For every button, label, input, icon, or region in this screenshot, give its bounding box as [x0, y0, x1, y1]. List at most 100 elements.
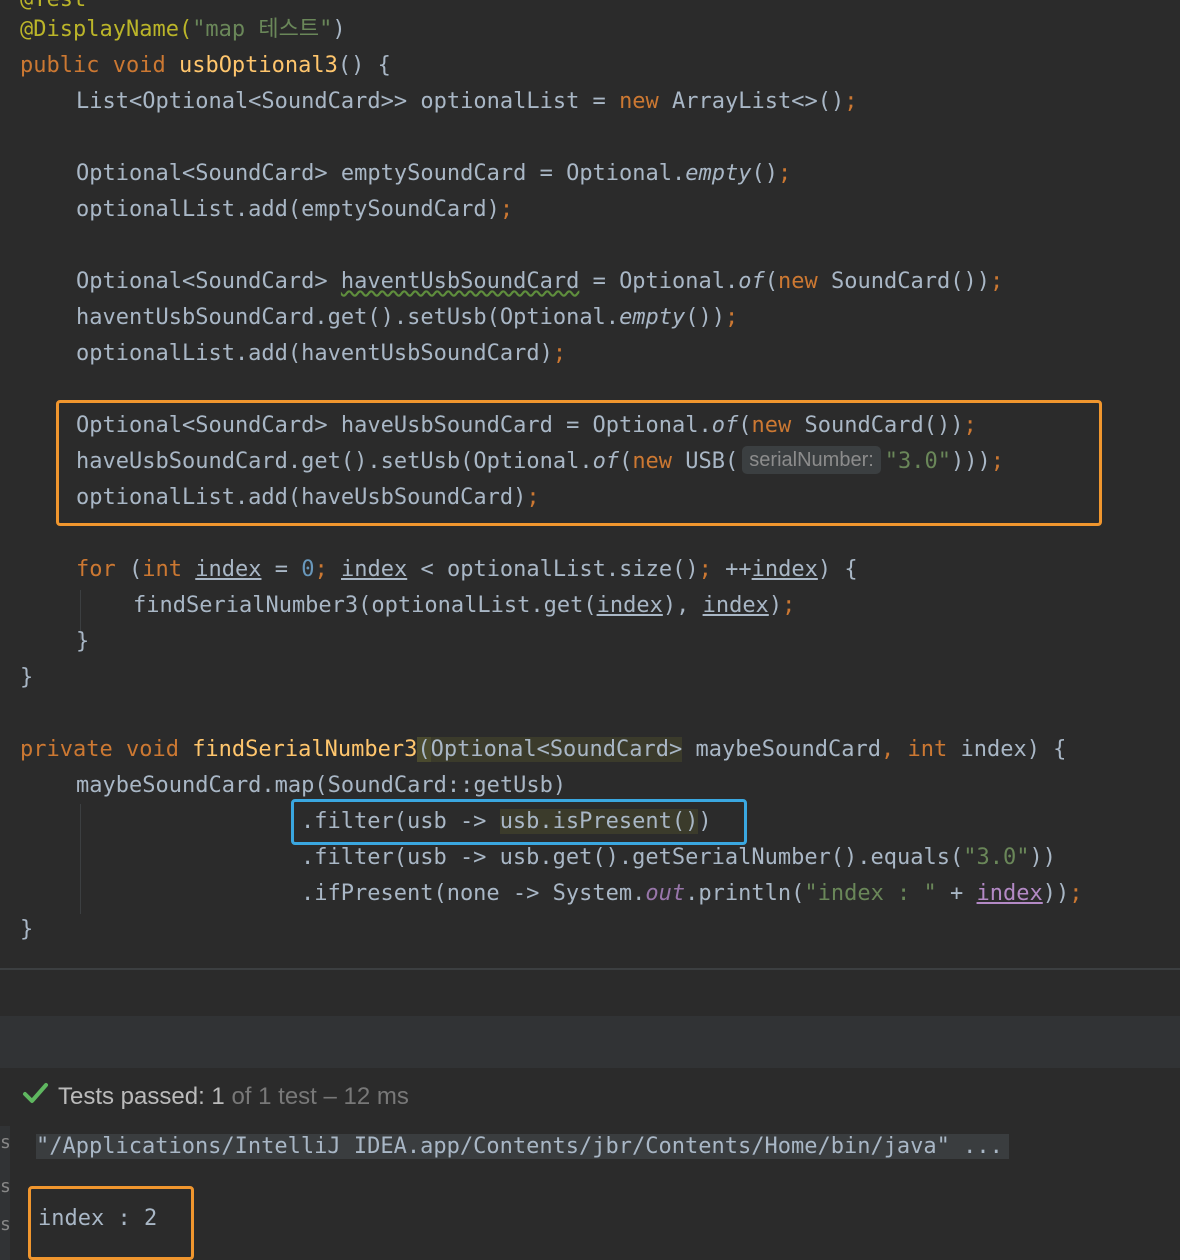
highlight-box-output — [28, 1186, 194, 1260]
code-line-5: Optional<SoundCard> emptySoundCard = Opt… — [76, 156, 791, 192]
code-text: Optional<SoundCard> emptySoundCard = Opt… — [76, 161, 686, 186]
paren: ) — [332, 17, 346, 42]
passed-count: 1 — [211, 1083, 225, 1110]
code-line-26: } — [20, 917, 34, 942]
semicolon: ; — [778, 161, 792, 186]
warning-variable[interactable]: haventUsbSoundCard — [341, 269, 579, 294]
code-line-3: List<Optional<SoundCard>> optionalList =… — [76, 84, 858, 120]
static-method: empty — [685, 161, 752, 186]
console-gutter: sss — [0, 1126, 11, 1260]
loop-variable: index — [702, 593, 769, 618]
code-line-25: .ifPresent(none -> System.out.println("i… — [301, 876, 1083, 912]
code-text: )) — [1042, 881, 1070, 906]
code-text: maybeSoundCard — [682, 737, 881, 762]
code-text: index) { — [947, 737, 1067, 762]
keyword: int — [907, 737, 948, 762]
highlight-box-code — [56, 400, 1102, 526]
code-text: )) — [1029, 845, 1057, 870]
semicolon: ; — [782, 593, 796, 618]
code-line-16: for (int index = 0; index < optionalList… — [76, 552, 858, 588]
code-text: optionalList.add(haventUsbSoundCard) — [76, 341, 553, 366]
code-text: List<Optional<SoundCard>> optionalList = — [76, 89, 620, 114]
code-line-24: .filter(usb -> usb.get().getSerialNumber… — [301, 840, 1056, 876]
string-literal: "3.0" — [963, 845, 1030, 870]
indent-guide — [80, 804, 81, 914]
keyword: new — [778, 269, 818, 294]
code-text: .println( — [685, 881, 805, 906]
static-field: out — [645, 881, 686, 906]
code-line-10: optionalList.add(haventUsbSoundCard); — [76, 336, 566, 372]
code-text: + — [936, 881, 977, 906]
editor-bottom-area — [0, 970, 1180, 1016]
code-line-18: } — [76, 629, 90, 654]
keyword: new — [619, 89, 659, 114]
code-text: optionalList.add(emptySoundCard) — [76, 197, 500, 222]
code-line-2: public void usbOptional3() { — [20, 48, 391, 84]
code-line-21: private void findSerialNumber3(Optional<… — [20, 732, 1066, 768]
focus-box-filter — [291, 799, 747, 845]
total-tests: of 1 test — [224, 1083, 317, 1110]
semicolon: ; — [314, 557, 328, 582]
duration: – 12 ms — [316, 1083, 409, 1110]
param-type: Optional<SoundCard> — [430, 737, 683, 762]
keyword: int — [142, 557, 182, 582]
test-status-bar: Tests passed: 1 of 1 test – 12 ms — [0, 1068, 1180, 1126]
check-icon — [23, 1083, 48, 1103]
code-editor[interactable]: @Test @DisplayName("map 테스트") public voi… — [0, 0, 1180, 968]
string-literal: "map 테스트" — [192, 17, 333, 42]
code-text: ), — [662, 593, 703, 618]
run-toolbar — [0, 1016, 1180, 1068]
test-status-text: Tests passed: 1 of 1 test – 12 ms — [58, 1068, 409, 1126]
loop-variable: index — [195, 557, 262, 582]
code-text: .filter(usb -> usb.get().getSerialNumber… — [301, 845, 964, 870]
code-text: < optionalList.size() — [407, 557, 699, 582]
code-line-1: @DisplayName("map 테스트") — [20, 12, 346, 48]
code-text: ) { — [817, 557, 858, 582]
keyword: public void — [20, 53, 179, 78]
semicolon: ; — [989, 269, 1004, 294]
loop-variable: index — [751, 557, 818, 582]
code-text: ( — [764, 269, 779, 294]
code-text: ArrayList<>() — [658, 89, 845, 114]
captured-variable: index — [976, 881, 1043, 906]
semicolon: ; — [844, 89, 858, 114]
console-command-line: "/Applications/IntelliJ IDEA.app/Content… — [36, 1129, 1009, 1165]
semicolon: ; — [725, 305, 739, 330]
code-text: findSerialNumber3(optionalList.get( — [133, 593, 597, 618]
keyword: private void — [20, 737, 193, 762]
semicolon: ; — [698, 557, 712, 582]
code-line-9: haventUsbSoundCard.get().setUsb(Optional… — [76, 300, 738, 336]
code-line-17: findSerialNumber3(optionalList.get( index… — [133, 588, 795, 624]
semicolon: ; — [499, 197, 514, 222]
code-text: SoundCard()) — [817, 269, 990, 294]
code-text: = Optional. — [579, 269, 739, 294]
comma: , — [880, 737, 908, 762]
code-text: Optional<SoundCard> — [76, 269, 341, 294]
code-text: ()) — [685, 305, 726, 330]
keyword: for — [76, 557, 116, 582]
static-method: of — [738, 269, 765, 294]
method-name: usbOptional3 — [178, 53, 338, 78]
method-name: findSerialNumber3 — [192, 737, 418, 762]
paren: ( — [417, 737, 431, 762]
java-command: "/Applications/IntelliJ IDEA.app/Content… — [36, 1134, 1009, 1159]
code-text: ++ — [711, 557, 752, 582]
passed-label: Tests passed: — [58, 1083, 212, 1110]
code-text: () { — [337, 53, 391, 78]
code-line-6: optionalList.add(emptySoundCard); — [76, 192, 513, 228]
code-text: () — [751, 161, 779, 186]
code-text: haventUsbSoundCard.get().setUsb(Optional… — [76, 305, 620, 330]
code-line-8: Optional<SoundCard> haventUsbSoundCard =… — [76, 264, 1003, 300]
semicolon: ; — [1069, 881, 1083, 906]
code-text: ) — [768, 593, 783, 618]
code-line-19: } — [20, 665, 34, 690]
static-method: empty — [619, 305, 686, 330]
annotation: @DisplayName( — [20, 17, 193, 42]
code-text: .ifPresent(none -> System. — [301, 881, 646, 906]
code-text: = — [261, 557, 302, 582]
console-output[interactable]: sss "/Applications/IntelliJ IDEA.app/Con… — [0, 1126, 1180, 1260]
loop-variable: index — [340, 557, 408, 582]
code-text: ( — [115, 557, 143, 582]
semicolon: ; — [552, 341, 567, 366]
number-literal: 0 — [301, 557, 315, 582]
